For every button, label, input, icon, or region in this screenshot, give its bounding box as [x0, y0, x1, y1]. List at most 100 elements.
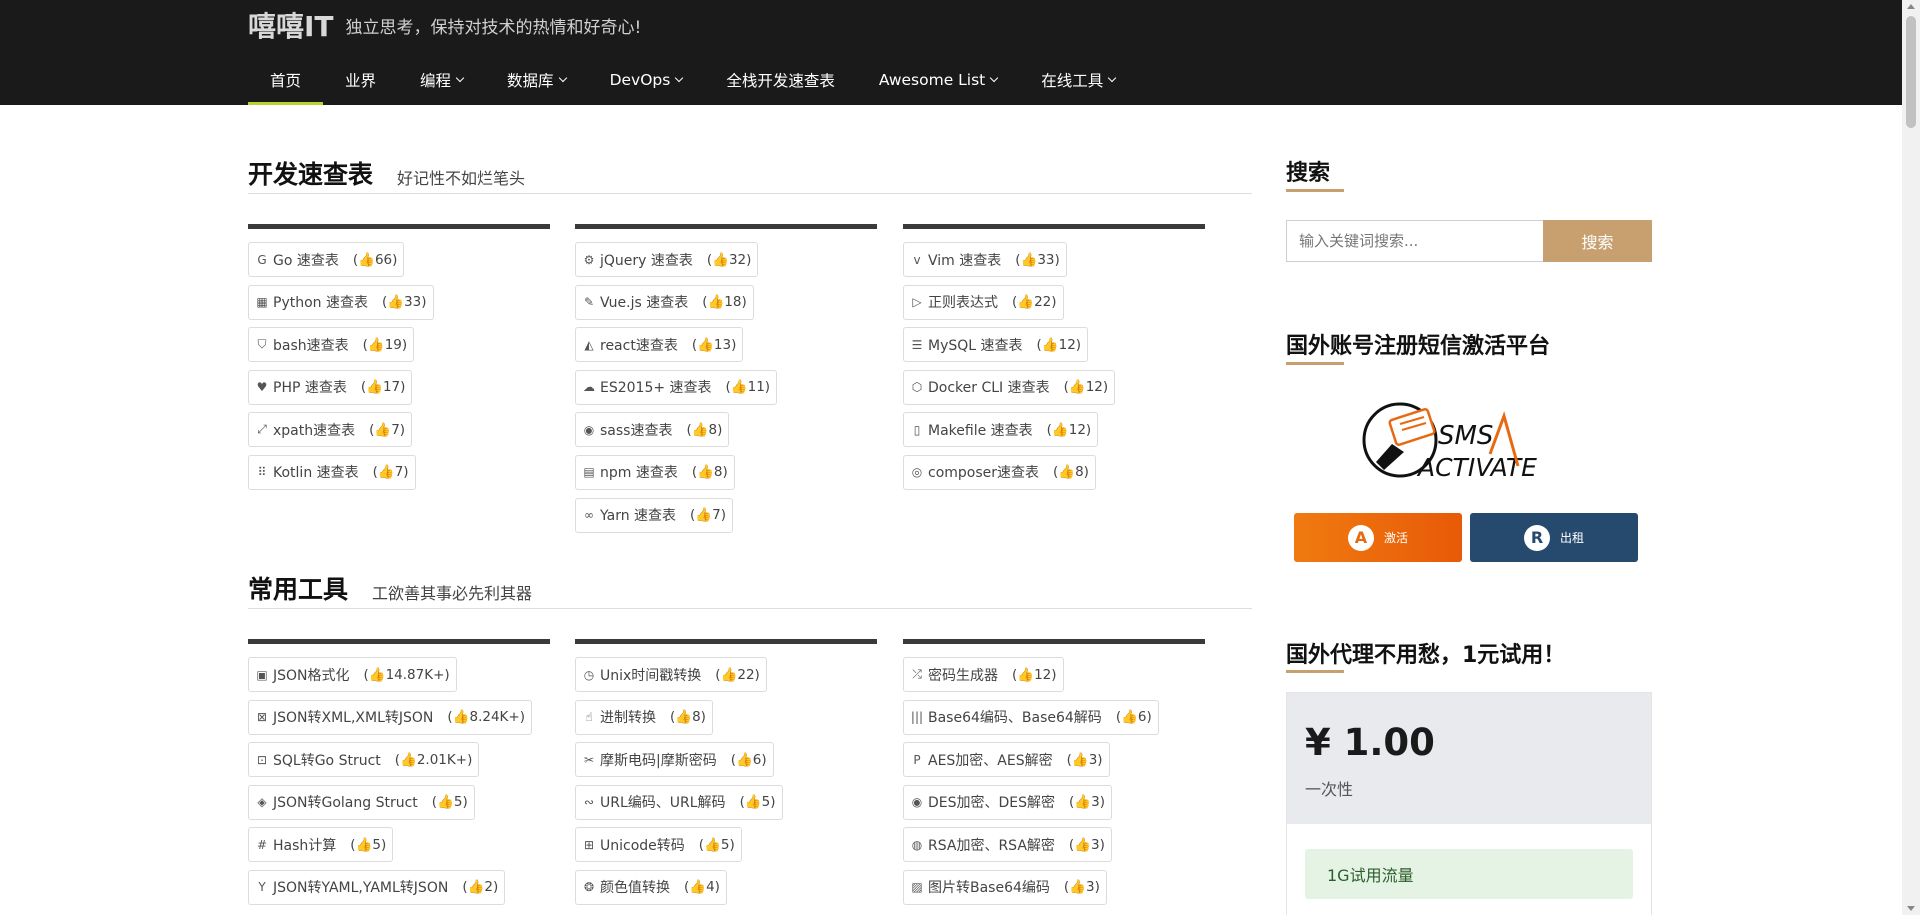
like-count: (👍32) [706, 251, 752, 268]
link-item[interactable]: ♥ PHP 速查表 (👍17) [248, 369, 413, 405]
like-count: (👍11) [725, 379, 771, 396]
nav-item-2[interactable]: 编程 [398, 54, 485, 105]
link-label: ES2015+ 速查表 [600, 380, 712, 397]
link-item[interactable]: ▤ npm 速查表 (👍8) [575, 454, 735, 490]
brand[interactable]: 嘻嘻IT 独立思考，保持对技术的热情和好奇心! [248, 5, 641, 45]
nav-item-5[interactable]: 全栈开发速查表 [704, 54, 857, 105]
nav-item-1[interactable]: 业界 [323, 54, 398, 105]
heart-icon: ♥ [256, 380, 268, 395]
link-item[interactable]: ◈ JSON转Golang Struct (👍5) [248, 784, 475, 820]
price-feature: 1G试用流量 [1305, 849, 1633, 899]
file-icon: ▯ [913, 422, 921, 437]
nav-label: 编程 [420, 71, 452, 90]
search-button[interactable]: 搜索 [1543, 220, 1652, 262]
hand-icon: ☝ [585, 710, 593, 725]
like-count: (👍4) [684, 879, 720, 896]
docker-icon: ⬡ [911, 380, 923, 395]
link-item[interactable]: ⚙ jQuery 速查表 (👍32) [575, 242, 759, 277]
link-label: xpath速查表 [273, 422, 356, 439]
link-item[interactable]: ⤮ 密码生成器 (👍12) [903, 657, 1064, 692]
link-item[interactable]: ◭ react速查表 (👍13) [575, 327, 744, 363]
link-item[interactable]: v Vim 速查表 (👍33) [903, 242, 1067, 277]
link-label: Hash计算 [273, 837, 337, 854]
link-item[interactable]: # Hash计算 (👍5) [248, 827, 394, 863]
link-item[interactable]: G Go 速查表 (👍66) [248, 242, 405, 277]
link-item[interactable]: Y JSON转YAML,YAML转JSON (👍2) [248, 869, 506, 905]
like-count: (👍19) [362, 336, 408, 353]
nav-label: Awesome List [878, 70, 986, 89]
link-item[interactable]: ⊠ JSON转XML,XML转JSON (👍8.24K+) [248, 699, 532, 735]
key-circle-icon: ◍ [911, 837, 923, 852]
play-circle-icon: ▷ [912, 295, 922, 310]
like-count: (👍3) [1068, 836, 1105, 853]
link-item[interactable]: ∞ Yarn 速查表 (👍7) [575, 497, 733, 533]
link-item[interactable]: ⤢ xpath速查表 (👍7) [248, 412, 413, 448]
link-item[interactable]: ▨ 图片转Base64编码 (👍3) [903, 869, 1107, 905]
link-item[interactable]: ◎ composer速查表 (👍8) [903, 454, 1096, 490]
title-underline [1286, 189, 1344, 192]
site-logo-text[interactable]: 嘻嘻IT [248, 5, 334, 45]
link-item[interactable]: ✂ 摩斯电码|摩斯密码 (👍6) [575, 742, 774, 778]
nav-item-7[interactable]: 在线工具 [1019, 54, 1137, 105]
scroll-thumb[interactable] [1906, 16, 1916, 128]
link-item[interactable]: ☰ MySQL 速查表 (👍12) [903, 327, 1089, 363]
link-item[interactable]: ⊞ Unicode转码 (👍5) [575, 827, 742, 863]
chevron-down-icon [455, 73, 465, 82]
link-item[interactable]: ▦ Python 速查表 (👍33) [248, 284, 434, 320]
like-count: (👍5) [431, 794, 468, 811]
link-item[interactable]: ◉ sass速查表 (👍8) [575, 412, 730, 448]
like-count: (👍7) [690, 507, 726, 524]
scroll-down-arrow-icon[interactable] [1907, 906, 1915, 911]
nav-item-6[interactable]: Awesome List [857, 54, 1019, 105]
nav-item-3[interactable]: 数据库 [485, 54, 588, 105]
link-item[interactable]: ☝ 进制转换 (👍8) [575, 699, 713, 735]
like-count: (👍5) [739, 794, 776, 811]
section-subtitle: 工欲善其事必先利其器 [372, 584, 533, 603]
like-count: (👍2) [462, 879, 499, 896]
sms-activate-logo[interactable]: SMS ACTIVATE [1362, 396, 1572, 488]
nav-label: 全栈开发速查表 [726, 71, 835, 90]
composer-icon: ◎ [911, 465, 923, 480]
like-count: (👍7) [372, 464, 409, 481]
link-item[interactable]: ⠿ Kotlin 速查表 (👍7) [248, 454, 416, 490]
link-item[interactable]: ✎ Vue.js 速查表 (👍18) [575, 284, 754, 320]
vimeo-icon: v [913, 252, 921, 267]
nav-item-0[interactable]: 首页 [248, 54, 324, 105]
link-item[interactable]: ☁ ES2015+ 速查表 (👍11) [575, 369, 778, 405]
like-count: (👍12) [1063, 379, 1109, 396]
link-item[interactable]: ▣ JSON格式化 (👍14.87K+) [248, 657, 457, 692]
link-label: 颜色值转换 [600, 880, 670, 897]
link-label: URL编码、URL解码 [600, 795, 726, 812]
like-count: (👍8) [691, 464, 728, 481]
link-item[interactable]: ◷ Unix时间戳转换 (👍22) [575, 657, 767, 692]
link-item[interactable]: ⬡ Docker CLI 速查表 (👍12) [903, 369, 1116, 405]
link-label: Base64编码、Base64解码 [928, 710, 1102, 727]
grid-icon: ⠿ [257, 465, 267, 480]
link-label: 图片转Base64编码 [928, 880, 1050, 897]
link-item[interactable]: ❂ 颜色值转换 (👍4) [575, 869, 727, 905]
site-header: 嘻嘻IT 独立思考，保持对技术的热情和好奇心! 首页 业界 编程 数据库 DevOps 全… [0, 0, 1902, 105]
nav-item-4[interactable]: DevOps [588, 54, 705, 105]
link-item[interactable]: ◉ DES加密、DES解密 (👍3) [903, 784, 1112, 820]
link-item[interactable]: ||| Base64编码、Base64解码 (👍6) [903, 699, 1159, 735]
link-item[interactable]: P AES加密、AES解密 (👍3) [903, 742, 1110, 778]
like-count: (👍14.87K+) [363, 666, 450, 683]
search-input[interactable] [1286, 220, 1544, 262]
link-item[interactable]: ⛉ bash速查表 (👍19) [248, 327, 415, 363]
link-item[interactable]: ◍ RSA加密、RSA解密 (👍3) [903, 827, 1112, 863]
tools-column-3: ⤮ 密码生成器 (👍12) ||| Base64编码、Base64解码 (👍6) P AES加… [903, 639, 1205, 913]
file-excel-icon: ⊠ [256, 710, 268, 725]
link-item[interactable]: ∾ URL编码、URL解码 (👍5) [575, 784, 783, 820]
page-scrollbar[interactable] [1902, 0, 1920, 915]
link-label: Docker CLI 速查表 [928, 380, 1050, 397]
scroll-up-arrow-icon[interactable] [1907, 4, 1915, 9]
section-title: 常用工具 [248, 575, 349, 604]
link-item[interactable]: ⊡ SQL转Go Struct (👍2.01K+) [248, 742, 480, 778]
sms-rent-button[interactable]: R 出租 [1470, 513, 1638, 562]
column-divider-bar [903, 639, 1205, 644]
sms-activate-button[interactable]: A 激活 [1294, 513, 1462, 562]
link-item[interactable]: ▯ Makefile 速查表 (👍12) [903, 412, 1099, 448]
shirt-icon: ⛉ [257, 337, 267, 352]
link-item[interactable]: ▷ 正则表达式 (👍22) [903, 284, 1064, 320]
proxy-price-card[interactable]: ¥ 1.00 一次性 1G试用流量 [1286, 692, 1652, 915]
